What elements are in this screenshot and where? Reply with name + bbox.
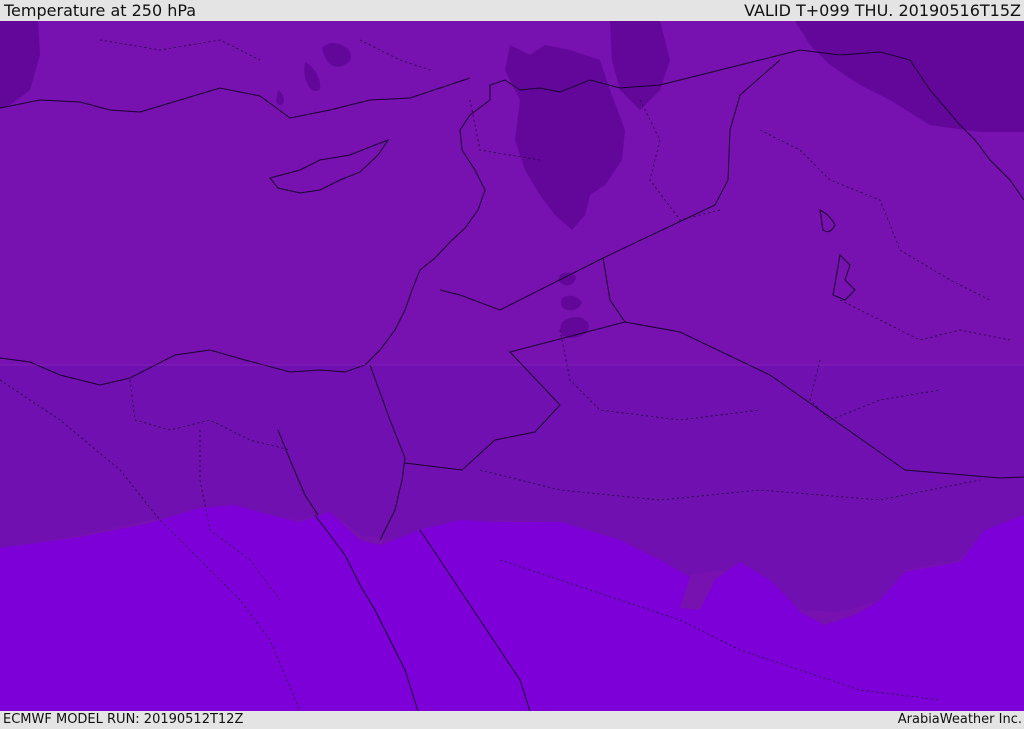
header-bar: Temperature at 250 hPa VALID T+099 THU. … [0,0,1024,21]
map-title: Temperature at 250 hPa [4,1,197,20]
footer-bar: ECMWF MODEL RUN: 20190512T12Z ArabiaWeat… [0,711,1024,729]
weather-map[interactable] [0,21,1024,711]
credit: ArabiaWeather Inc. [897,712,1022,727]
model-run: ECMWF MODEL RUN: 20190512T12Z [3,712,244,727]
valid-time: VALID T+099 THU. 20190516T15Z [744,1,1021,20]
